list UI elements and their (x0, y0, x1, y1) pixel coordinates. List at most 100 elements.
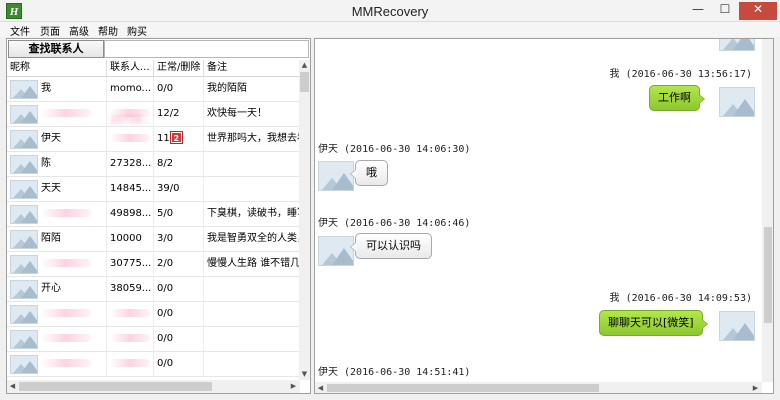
contact-id (110, 334, 150, 342)
contact-nickname (41, 209, 91, 217)
contact-id-cell (107, 352, 154, 376)
find-contact-button[interactable]: 查找联系人 (8, 40, 104, 58)
contact-id-cell: 30775... (107, 252, 154, 276)
message-counts-cell: 0/0 (154, 327, 204, 351)
table-row[interactable]: 20726... 12/2 欢快每一天！ (7, 102, 300, 127)
chat-horizontal-scrollbar[interactable]: ◀ ▶ (315, 382, 762, 393)
scroll-down-icon[interactable]: ▼ (299, 369, 310, 380)
chat-vertical-scrollbar[interactable] (762, 39, 773, 382)
table-row[interactable]: 陌陌 10000 3/0 我是智勇双全的人类， (7, 227, 300, 252)
avatar (10, 130, 38, 149)
avatar (10, 180, 38, 199)
contact-id: 27328... (110, 158, 152, 169)
message-counts-cell: 12/2 (154, 102, 204, 126)
menu-buy[interactable]: 购买 (127, 23, 147, 38)
scrollbar-thumb[interactable] (327, 384, 599, 392)
column-header-counts[interactable]: 正常/删除 (154, 60, 204, 77)
avatar (10, 105, 38, 124)
contact-nickname: 陈 (41, 158, 51, 169)
table-row[interactable]: 伊天 11 2 世界那吗大，我想去看 (7, 127, 300, 152)
contact-nickname-cell (7, 302, 107, 326)
contact-nickname-cell: 天天 (7, 177, 107, 201)
scroll-right-icon[interactable]: ▶ (750, 382, 761, 393)
contacts-horizontal-scrollbar[interactable]: ◀ ▶ (7, 380, 300, 393)
table-row[interactable]: 0/0 (7, 327, 300, 352)
message-meta: 伊天 (2016-06-30 14:06:30) (318, 144, 471, 155)
column-header-contact[interactable]: 联系人... (107, 60, 154, 77)
avatar (10, 255, 38, 274)
scroll-left-icon[interactable]: ◀ (7, 380, 18, 393)
message-counts-cell: 11 2 (154, 127, 204, 151)
scroll-right-icon[interactable]: ▶ (288, 380, 299, 393)
contact-nickname: 天天 (41, 183, 61, 194)
contact-note-cell: 我的陌陌 (204, 77, 300, 101)
message-counts-cell: 8/2 (154, 152, 204, 176)
contacts-panel: 查找联系人 昵称 联系人... 正常/删除 备注 我 momo... 0/0 我的陌陌… (6, 38, 311, 394)
contact-id (110, 309, 150, 317)
message-counts: 0/0 (157, 358, 174, 369)
menu-advanced[interactable]: 高级 (69, 23, 89, 38)
minimize-icon[interactable]: — (685, 2, 711, 20)
table-row[interactable]: 天天 14845... 39/0 (7, 177, 300, 202)
avatar (10, 155, 38, 174)
contact-search-input[interactable] (104, 40, 309, 58)
contact-note-cell (204, 277, 300, 301)
message-counts: 39/0 (157, 183, 180, 194)
menu-file[interactable]: 文件 (10, 23, 30, 38)
message-counts: 11 (157, 133, 170, 144)
message-counts-cell: 39/0 (154, 177, 204, 201)
contact-note-cell (204, 302, 300, 326)
menu-help[interactable]: 帮助 (98, 23, 118, 38)
contact-nickname-cell (7, 252, 107, 276)
contact-note-cell: 我是智勇双全的人类， (204, 227, 300, 251)
contact-id: 14845... (110, 183, 152, 194)
message-bubble-sent: 工作啊 (649, 85, 705, 111)
contact-note: 下臭棋，读破书，睡写 (207, 208, 300, 219)
table-row[interactable]: 陈 27328... 8/2 (7, 152, 300, 177)
menu-page[interactable]: 页面 (40, 23, 60, 38)
contact-id-cell: 27328... (107, 152, 154, 176)
scroll-up-icon[interactable]: ▲ (299, 60, 310, 71)
message-meta: 我 (2016-06-30 13:56:17) (609, 69, 752, 80)
menu-bar: 文件 页面 高级 帮助 购买 (0, 22, 780, 38)
contact-note-cell (204, 177, 300, 201)
avatar (10, 205, 38, 224)
close-icon[interactable]: ✕ (739, 2, 777, 20)
maximize-icon[interactable]: ☐ (712, 2, 738, 20)
contact-id-cell: 49898... (107, 202, 154, 226)
contact-id-cell (107, 127, 154, 151)
table-row[interactable]: 30775... 2/0 慢慢人生路 谁不错几步 (7, 252, 300, 277)
message-counts-cell: 3/0 (154, 227, 204, 251)
column-header-nickname[interactable]: 昵称 (7, 60, 107, 77)
contact-note-cell: 下臭棋，读破书，睡写 (204, 202, 300, 226)
message-counts: 3/0 (157, 233, 174, 244)
scroll-left-icon[interactable]: ◀ (315, 382, 326, 393)
message-meta: 我 (2016-06-30 14:09:53) (609, 293, 752, 304)
contact-note: 慢慢人生路 谁不错几步 (207, 258, 300, 269)
avatar (318, 161, 354, 191)
message-bubble-received: 可以认识吗 (350, 233, 432, 259)
table-row[interactable]: 0/0 (7, 352, 300, 377)
message-counts: 0/0 (157, 283, 174, 294)
avatar (10, 305, 38, 324)
message-counts: 12/2 (157, 108, 180, 119)
scrollbar-thumb[interactable] (764, 227, 772, 323)
message-counts: 0/0 (157, 333, 174, 344)
contact-nickname (41, 359, 91, 367)
message-counts: 2/0 (157, 258, 174, 269)
message-meta: 伊天 (2016-06-30 14:51:41) (318, 367, 471, 378)
window-title: MMRecovery (351, 4, 429, 19)
scrollbar-thumb[interactable] (300, 72, 309, 92)
message-counts-cell: 0/0 (154, 352, 204, 376)
column-header-note[interactable]: 备注 (204, 60, 300, 77)
table-row[interactable]: 开心 38059... 0/0 (7, 277, 300, 302)
contact-note-cell: 世界那吗大，我想去看 (204, 127, 300, 151)
table-row[interactable]: 我 momo... 0/0 我的陌陌 (7, 77, 300, 102)
table-row[interactable]: 49898... 5/0 下臭棋，读破书，睡写 (7, 202, 300, 227)
scrollbar-thumb[interactable] (19, 382, 212, 391)
message-meta: 伊天 (2016-06-30 14:06:46) (318, 218, 471, 229)
chat-panel: 我 (2016-06-30 13:56:17) 工作啊 伊天 (2016-06-… (314, 38, 774, 394)
contacts-vertical-scrollbar[interactable]: ▲ ▼ (299, 60, 310, 380)
title-bar: H MMRecovery — ☐ ✕ (0, 0, 780, 22)
table-row[interactable]: 0/0 (7, 302, 300, 327)
